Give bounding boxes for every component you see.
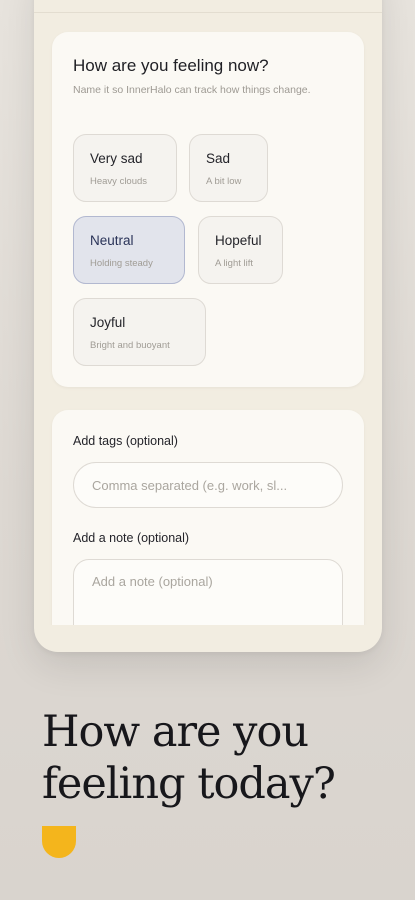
brand-logo-icon (42, 826, 76, 858)
mood-option-sad[interactable]: Sad A bit low (189, 134, 268, 202)
note-textarea[interactable] (73, 559, 343, 625)
mood-card-title: How are you feeling now? (73, 56, 269, 75)
details-card: Add tags (optional) Add a note (optional… (52, 410, 364, 625)
headline-line-1: How are you (42, 707, 309, 757)
mood-option-label: Joyful (90, 315, 126, 330)
mood-option-description: Holding steady (90, 258, 153, 269)
mood-option-description: A light lift (215, 258, 254, 269)
marketing-headline: How are you feeling today? (42, 706, 336, 810)
tags-input[interactable] (73, 462, 343, 508)
mood-card-subtitle: Name it so InnerHalo can track how thing… (73, 84, 311, 96)
mood-option-label: Very sad (90, 151, 143, 166)
phone-mockup: How are you feeling now? Name it so Inne… (34, 0, 382, 652)
app-screen: How are you feeling now? Name it so Inne… (34, 13, 382, 625)
mood-option-label: Neutral (90, 233, 134, 248)
headline-line-2: feeling today? (42, 759, 336, 809)
mood-option-description: Heavy clouds (90, 176, 148, 187)
mood-option-neutral[interactable]: Neutral Holding steady (73, 216, 185, 284)
mood-option-description: A bit low (206, 176, 242, 187)
mood-option-description: Bright and buoyant (90, 340, 170, 351)
mood-option-label: Hopeful (215, 233, 262, 248)
note-label: Add a note (optional) (73, 531, 190, 545)
mood-option-joyful[interactable]: Joyful Bright and buoyant (73, 298, 206, 366)
mood-option-hopeful[interactable]: Hopeful A light lift (198, 216, 283, 284)
tags-label: Add tags (optional) (73, 434, 178, 448)
mood-card: How are you feeling now? Name it so Inne… (52, 32, 364, 387)
mood-option-label: Sad (206, 151, 231, 166)
phone-top-edge (34, 0, 382, 13)
mood-option-very-sad[interactable]: Very sad Heavy clouds (73, 134, 177, 202)
